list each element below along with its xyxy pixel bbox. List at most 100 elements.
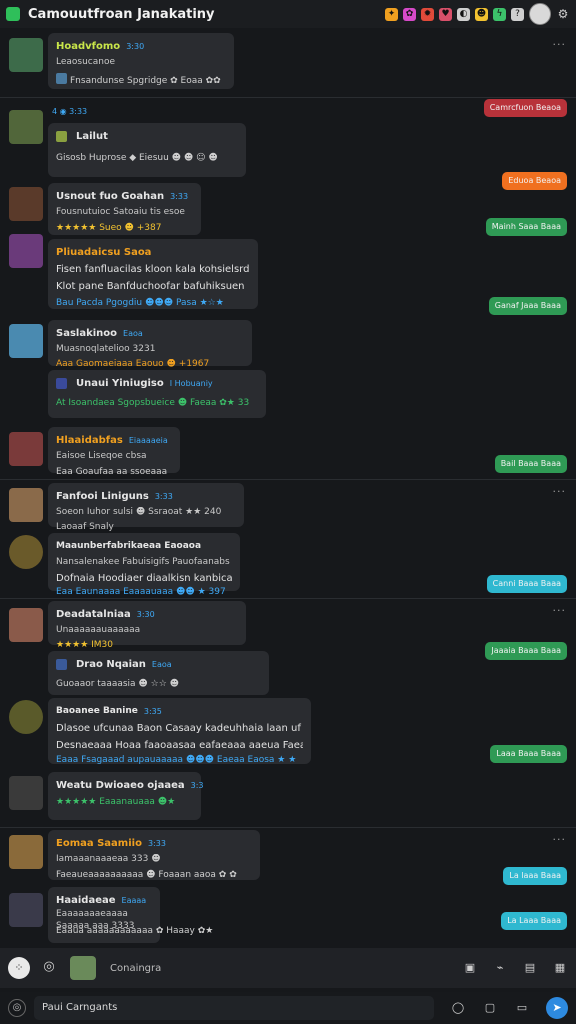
user-avatar[interactable] xyxy=(529,3,551,25)
message-bubble[interactable]: Hoadvfomo 3:30 Leaosucanoe Fnsandunse Spg… xyxy=(48,33,234,89)
settings-icon[interactable]: ⚙ xyxy=(556,7,570,21)
globe-icon[interactable]: ◐ xyxy=(457,7,470,21)
username[interactable]: Drao Nqaian xyxy=(76,659,146,670)
heart-icon[interactable]: ♥ xyxy=(439,7,452,21)
username[interactable]: Deadatalniaa xyxy=(56,609,131,620)
reactions[interactable]: ★★★★★ Eaaanauaaa ☻★ xyxy=(56,797,193,808)
avatar[interactable] xyxy=(9,893,43,927)
avatar[interactable] xyxy=(9,488,43,522)
reactions[interactable]: Gisosb Huprose ◆ Eiesuu ☻ ☻ ☺ ☻ xyxy=(56,153,238,164)
send-button[interactable]: ➤ xyxy=(546,997,568,1019)
avatar[interactable] xyxy=(9,38,43,72)
message-bubble[interactable]: Deadatalniaa 3:30 Unaaaaaauaaaaaa ★★★★ IM… xyxy=(48,601,246,650)
message-text: Iamaaanaaaeaa 333 ☻ xyxy=(56,854,161,864)
screen-icon[interactable]: ▢ xyxy=(482,1000,498,1016)
message-text: Fousnutuioc Satoaiu tis esoe xyxy=(56,207,185,217)
link-icon[interactable]: ⌁ xyxy=(492,961,508,975)
smile-icon[interactable]: ☻ xyxy=(475,7,488,21)
apps-icon[interactable]: ⁘ xyxy=(8,957,30,979)
fire-icon[interactable]: ✹ xyxy=(421,7,434,21)
mic-icon[interactable]: ◯ xyxy=(450,1000,466,1016)
message-bubble[interactable]: Pliuadaicsu Saoa Fisen fanfluacilas kloo… xyxy=(48,239,258,309)
message-bubble[interactable]: Unaui Yiniugiso I Hobuaniy At Isoandaea S… xyxy=(48,370,266,418)
avatar[interactable] xyxy=(9,110,43,144)
status-badge[interactable]: Ganaf Jaaa Baaa xyxy=(488,297,567,315)
avatar[interactable] xyxy=(9,187,43,221)
reactions[interactable]: Faeaueaaaaaaaaaa ☻ Foaaan aaoa ✿ ✿ xyxy=(56,870,252,881)
more-options-icon[interactable]: ··· xyxy=(553,833,567,846)
avatar[interactable] xyxy=(9,324,43,358)
status-badge[interactable]: Jaaaia Baaa Baaa xyxy=(485,642,567,660)
reactions[interactable]: Eaa Goaufaa aa ssoeaaa xyxy=(56,467,172,478)
message-input[interactable]: Paui Carngants xyxy=(34,996,434,1020)
reactions[interactable]: Fnsandunse Spgridge ✿ Eoaa ✿✿ xyxy=(56,73,226,86)
message-bubble[interactable]: Drao Nqaian Eaoa Guoaaor taaaasia ☻ ☆☆ ☻ xyxy=(48,651,269,695)
gif-icon xyxy=(56,130,67,142)
username[interactable]: Eomaa Saamiio xyxy=(56,838,142,849)
message-bubble[interactable]: Weatu Dwioaeo ojaaea 3:3 ★★★★★ Eaaanauaaa… xyxy=(48,772,204,820)
username[interactable]: Fanfooi Liniguns xyxy=(56,491,149,502)
reactions[interactable]: Eaa Eaunaaaa Eaaaauaaa ☻☻ ★ 397 xyxy=(56,587,232,598)
sticker-icon[interactable] xyxy=(70,956,96,980)
message-bubble[interactable]: Saslakinoo Eaoa Muasnoqlatelioo 3231 Aaa … xyxy=(48,320,252,369)
reactions[interactable]: Eaaua aaaaaaaaaaaa ✿ Haaay ✿★ xyxy=(56,926,236,937)
status-badge[interactable]: La Laaa Baaa xyxy=(501,912,567,930)
reactions[interactable]: Bau Pacda Pgogdiu ☻☻☻ Pasa ★☆★ xyxy=(56,298,250,309)
avatar[interactable] xyxy=(9,432,43,466)
bolt-icon[interactable]: ϟ xyxy=(493,7,506,21)
status-badge[interactable]: Camrcfuon Beaoa xyxy=(483,99,567,117)
username[interactable]: Unaui Yiniugiso xyxy=(76,378,164,389)
reactions[interactable]: Guoaaor taaaasia ☻ ☆☆ ☻ xyxy=(56,679,261,690)
avatar[interactable] xyxy=(9,776,43,810)
image-icon[interactable]: ▣ xyxy=(462,961,478,975)
message-feed: Hoadvfomo 3:30 Leaosucanoe Fnsandunse Spg… xyxy=(0,28,576,948)
username[interactable]: Hlaaidabfas xyxy=(56,435,123,446)
message-bubble[interactable]: Baoanee Banine 3:35 Dlasoe ufcunaa Baon C… xyxy=(48,698,311,766)
status-badge[interactable]: Mainh Saaa Baaa xyxy=(485,218,567,236)
status-badge[interactable]: La laaa Baaa xyxy=(503,867,567,885)
gif-icon[interactable]: ▦ xyxy=(552,961,568,975)
avatar[interactable] xyxy=(9,234,43,268)
avatar[interactable] xyxy=(9,535,43,569)
message-bubble[interactable]: Eomaa Saamiio 3:33 Iamaaanaaaeaa 333 ☻ Fa… xyxy=(48,830,260,880)
username[interactable]: Pliuadaicsu Saoa xyxy=(56,247,151,258)
username[interactable]: Usnout fuo Goahan xyxy=(56,191,164,202)
trophy-icon[interactable]: ✦ xyxy=(385,7,398,21)
status-badge[interactable]: Bail Baaa Baaa xyxy=(494,455,567,473)
message-bubble[interactable]: Lailut Gisosb Huprose ◆ Eiesuu ☻ ☻ ☺ ☻ xyxy=(48,123,246,177)
attachment-icon[interactable]: ▤ xyxy=(522,961,538,975)
video-icon[interactable]: ▭ xyxy=(514,1000,530,1016)
reactions[interactable]: ★★★★★ Sueo ☻ +387 xyxy=(56,223,193,234)
reactions[interactable]: Eaaa Fsagaaad aupauaaaaa ☻☻☻ Eaeaa Eaosa… xyxy=(56,755,303,766)
username[interactable]: Maaunberfabrikaeaa Eaoaoa xyxy=(56,541,201,551)
more-options-icon[interactable]: ··· xyxy=(553,38,567,51)
reaction-text: Fnsandunse Spgridge ✿ Eoaa ✿✿ xyxy=(70,76,221,86)
reactions[interactable]: At Isoandaea Sgopsbueice ☻ Faeaa ✿★ 33 xyxy=(56,398,258,409)
avatar[interactable] xyxy=(9,835,43,869)
message-bubble[interactable]: Usnout fuo Goahan 3:33 Fousnutuioc Satoai… xyxy=(48,183,201,235)
message-text: Aaa Gaomaeiaaa Eaouo ☻ +1967 xyxy=(56,359,210,369)
gift-icon[interactable]: ✿ xyxy=(403,7,416,21)
message-bubble[interactable]: Hlaaidabfas Eiaaaaeia Eaisoe Liseqoe cbsa… xyxy=(48,427,180,477)
status-badge[interactable]: Eduoa Beaoa xyxy=(502,172,567,190)
username[interactable]: Baoanee Banine xyxy=(56,706,138,716)
more-options-icon[interactable]: ··· xyxy=(553,485,567,498)
message-bubble[interactable]: Maaunberfabrikaeaa Eaoaoa Nansalenakee F… xyxy=(48,533,240,597)
username[interactable]: Weatu Dwioaeo ojaaea xyxy=(56,780,185,791)
status-badge[interactable]: Laaa Baaa Baaa xyxy=(490,745,567,763)
doc-icon xyxy=(56,73,67,84)
avatar[interactable] xyxy=(9,700,43,734)
status-badge[interactable]: Canni Baaa Baaa xyxy=(486,575,567,593)
app-title: Camouutfroan Janakatiny xyxy=(28,6,215,22)
username[interactable]: Hoadvfomo xyxy=(56,41,120,52)
avatar[interactable] xyxy=(9,608,43,642)
camera-icon[interactable]: ◎ xyxy=(40,959,58,977)
username[interactable]: Lailut xyxy=(76,131,108,142)
message-bubble[interactable]: Fanfooi Liniguns 3:33 Soeon Iuhor sulsi ☻… xyxy=(48,483,244,532)
composer-placeholder[interactable]: Conaingra xyxy=(110,963,161,974)
more-options-icon[interactable]: ··· xyxy=(553,604,567,617)
username[interactable]: Haaidaeae xyxy=(56,895,116,906)
emoji-icon[interactable]: ◎ xyxy=(8,999,26,1017)
username[interactable]: Saslakinoo xyxy=(56,328,117,339)
info-icon[interactable]: ? xyxy=(511,7,524,21)
